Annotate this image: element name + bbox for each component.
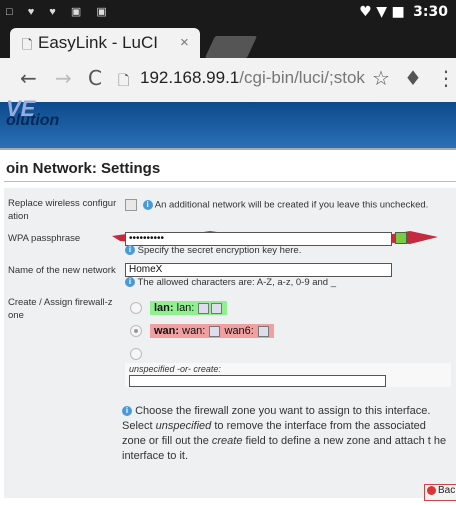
page-info-icon[interactable]: 🗋 xyxy=(118,70,129,94)
radio-zone-wan[interactable] xyxy=(130,325,142,337)
browser-tab[interactable]: 🗋 EasyLink - LuCI × xyxy=(10,28,200,58)
firewall-zone-help: i Choose the firewall zone you want to a… xyxy=(122,405,447,462)
replace-config-label: Replace wireless configur ation xyxy=(8,198,117,222)
help-icon: i xyxy=(122,406,132,417)
network-name-help-row: i The allowed characters are: A-Z, a-z, … xyxy=(125,277,336,288)
microphone-icon[interactable]: ♦ xyxy=(404,66,422,90)
zone-wan-badge: wan: wan: wan6: xyxy=(150,324,274,338)
wpa-help: Specify the secret encryption key here. xyxy=(137,245,302,256)
menu-icon[interactable]: ⋮ xyxy=(436,66,456,90)
replace-config-row: i An additional network will be created … xyxy=(125,199,428,211)
reveal-password-icon[interactable] xyxy=(395,232,407,244)
close-tab-icon[interactable]: × xyxy=(180,34,189,51)
tab-strip: 🗋 EasyLink - LuCI × xyxy=(0,26,456,58)
network-icon xyxy=(209,325,221,337)
page-icon: 🗋 xyxy=(22,37,33,52)
title-divider xyxy=(4,181,456,182)
network-icon xyxy=(198,302,210,314)
wpa-passphrase-input[interactable]: •••••••••• xyxy=(125,232,392,246)
network-name-label: Name of the new network xyxy=(8,265,116,276)
radio-zone-lan[interactable] xyxy=(130,302,142,314)
tab-title: EasyLink - LuCI xyxy=(38,33,158,52)
url-path: /cgi-bin/luci/;stok xyxy=(239,68,365,87)
reload-icon[interactable]: C xyxy=(88,66,102,90)
back-button[interactable]: Bac xyxy=(424,484,456,501)
back-icon xyxy=(427,485,436,495)
system-status: ♥ ▼ ■ 3:30 xyxy=(359,4,448,20)
browser-toolbar: ← → C 🗋 192.168.99.1/cgi-bin/luci/;stok … xyxy=(0,58,456,103)
status-bar: □ ♥ ♥ ▣ ▣ ♥ ▼ ■ 3:30 xyxy=(0,0,456,26)
help-icon: i xyxy=(142,200,153,210)
new-tab-button[interactable] xyxy=(204,36,258,58)
wpa-help-row: i Specify the secret encryption key here… xyxy=(125,245,301,256)
wifi-icon xyxy=(211,302,223,314)
page-title: oin Network: Settings xyxy=(6,160,161,177)
clock: 3:30 xyxy=(413,4,448,20)
replace-config-help: An additional network will be created if… xyxy=(154,199,429,211)
network-icon xyxy=(257,325,269,337)
url-host: 192.168.99.1 xyxy=(140,68,240,87)
forward-arrow-icon[interactable]: → xyxy=(55,66,72,90)
create-zone-box: unspecified -or- create: xyxy=(125,363,451,387)
status-icons: ♥ ▼ ■ xyxy=(359,4,405,20)
help-icon: i xyxy=(125,245,135,256)
firewall-zone-label: Create / Assign firewall-z one xyxy=(8,297,113,321)
replace-config-checkbox[interactable] xyxy=(125,199,137,211)
radio-zone-create[interactable] xyxy=(130,348,142,360)
back-arrow-icon[interactable]: ← xyxy=(20,66,37,90)
network-name-input[interactable]: HomeX xyxy=(125,263,392,277)
bookmark-star-icon[interactable]: ☆ xyxy=(372,66,390,90)
network-name-help: The allowed characters are: A-Z, a-z, 0-… xyxy=(137,277,337,288)
url-field[interactable]: 192.168.99.1/cgi-bin/luci/;stok xyxy=(140,68,365,88)
logo-text: olution xyxy=(6,112,60,129)
create-zone-input[interactable] xyxy=(129,375,386,387)
notification-icons: □ ♥ ♥ ▣ ▣ xyxy=(6,6,113,18)
luci-header: VE olution xyxy=(0,96,456,150)
zone-lan-badge: lan: lan: xyxy=(150,301,228,315)
create-zone-label: unspecified -or- create: xyxy=(129,364,221,374)
help-icon: i xyxy=(125,277,135,288)
wpa-passphrase-label: WPA passphrase xyxy=(8,233,81,244)
